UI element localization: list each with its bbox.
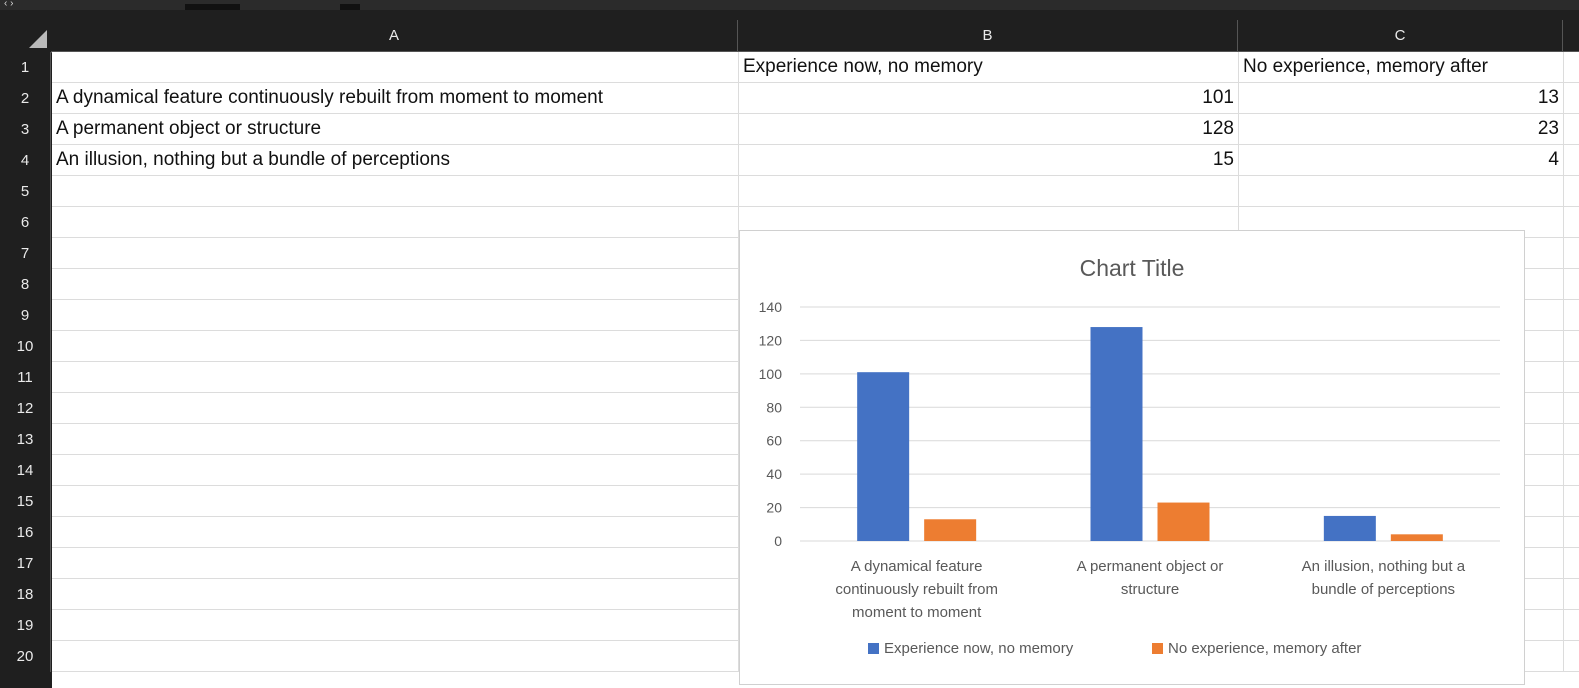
empty-cell[interactable] <box>52 641 739 671</box>
row-header-6[interactable]: 6 <box>0 207 51 238</box>
empty-cell[interactable] <box>52 238 739 268</box>
sheet-scroll-arrows-icon[interactable]: ‹ › <box>4 0 13 9</box>
x-tick-label: An illusion, nothing but a <box>1302 558 1466 575</box>
row-header-20[interactable]: 20 <box>0 641 51 672</box>
row-header-16[interactable]: 16 <box>0 517 51 548</box>
cell-b1[interactable]: Experience now, no memory <box>739 52 1239 82</box>
cell-b4[interactable]: 15 <box>739 145 1239 175</box>
row-header-2[interactable]: 2 <box>0 83 51 114</box>
cell-c3[interactable]: 23 <box>1239 114 1564 144</box>
x-tick-label: structure <box>1121 581 1179 598</box>
cell-a3[interactable]: A permanent object or structure <box>52 114 739 144</box>
empty-cell[interactable] <box>52 610 739 640</box>
bar-series-2 <box>1157 502 1210 541</box>
bar-series-1 <box>1323 515 1376 541</box>
row-header-14[interactable]: 14 <box>0 455 51 486</box>
row-header-5[interactable]: 5 <box>0 176 51 207</box>
empty-cell[interactable] <box>52 362 739 392</box>
empty-cell[interactable] <box>52 176 739 206</box>
empty-cell[interactable] <box>52 486 739 516</box>
table-row: Experience now, no memory No experience,… <box>52 52 1579 83</box>
column-header-b[interactable]: B <box>738 20 1238 52</box>
row-header-11[interactable]: 11 <box>0 362 51 393</box>
table-row: An illusion, nothing but a bundle of per… <box>52 145 1579 176</box>
y-tick-label: 100 <box>759 366 783 382</box>
toolbar-fragment <box>340 4 360 10</box>
y-tick-label: 120 <box>759 332 783 348</box>
column-header-a[interactable]: A <box>51 20 738 52</box>
cell-c2[interactable]: 13 <box>1239 83 1564 113</box>
empty-cell[interactable] <box>52 424 739 454</box>
table-row <box>52 176 1579 207</box>
cell-c4[interactable]: 4 <box>1239 145 1564 175</box>
legend-label-1: Experience now, no memory <box>884 640 1074 657</box>
row-header-12[interactable]: 12 <box>0 393 51 424</box>
table-row: A permanent object or structure 128 23 <box>52 114 1579 145</box>
row-header-8[interactable]: 8 <box>0 269 51 300</box>
row-header-10[interactable]: 10 <box>0 331 51 362</box>
table-row: A dynamical feature continuously rebuilt… <box>52 83 1579 114</box>
empty-cell[interactable] <box>52 300 739 330</box>
empty-cell[interactable] <box>739 176 1239 206</box>
cell-b3[interactable]: 128 <box>739 114 1239 144</box>
y-tick-label: 40 <box>766 466 782 482</box>
column-header-c[interactable]: C <box>1238 20 1563 52</box>
bar-series-2 <box>924 519 977 541</box>
y-tick-label: 60 <box>766 433 782 449</box>
row-header-13[interactable]: 13 <box>0 424 51 455</box>
empty-cell[interactable] <box>52 207 739 237</box>
toolbar-fragment <box>185 4 240 10</box>
column-header-d[interactable] <box>1563 20 1579 52</box>
row-header-9[interactable]: 9 <box>0 300 51 331</box>
empty-cell[interactable] <box>52 579 739 609</box>
empty-cell[interactable] <box>52 269 739 299</box>
row-header-1[interactable]: 1 <box>0 52 51 83</box>
row-header-18[interactable]: 18 <box>0 579 51 610</box>
cell-a1[interactable] <box>52 52 739 82</box>
empty-cell[interactable] <box>52 331 739 361</box>
row-header-19[interactable]: 19 <box>0 610 51 641</box>
y-tick-label: 20 <box>766 500 782 516</box>
bar-series-1 <box>857 372 910 541</box>
legend-swatch-1 <box>868 643 879 654</box>
cell-a2[interactable]: A dynamical feature continuously rebuilt… <box>52 83 739 113</box>
cell-a4[interactable]: An illusion, nothing but a bundle of per… <box>52 145 739 175</box>
embedded-chart[interactable]: Chart Title 0 20 40 60 80 100 120 140 A dynamical… <box>739 230 1525 685</box>
cell-b2[interactable]: 101 <box>739 83 1239 113</box>
x-tick-label: bundle of perceptions <box>1312 581 1455 598</box>
row-header-15[interactable]: 15 <box>0 486 51 517</box>
chart-svg: Chart Title 0 20 40 60 80 100 120 140 A dynamical… <box>759 255 1500 657</box>
y-tick-label: 80 <box>766 399 782 415</box>
y-tick-label: 0 <box>774 533 782 549</box>
x-tick-label: A permanent object or <box>1077 558 1224 575</box>
empty-cell[interactable] <box>52 548 739 578</box>
cell-c1[interactable]: No experience, memory after <box>1239 52 1564 82</box>
legend-swatch-2 <box>1152 643 1163 654</box>
select-all-corner[interactable] <box>0 20 52 53</box>
legend-label-2: No experience, memory after <box>1168 640 1361 657</box>
empty-cell[interactable] <box>52 517 739 547</box>
x-tick-label: continuously rebuilt from <box>835 581 998 598</box>
spreadsheet-grid: A B C 1 2 3 4 5 6 7 8 9 10 11 12 13 14 15 16 17 18 19 20 Ex… <box>0 20 1579 688</box>
empty-cell[interactable] <box>1239 176 1564 206</box>
y-tick-label: 140 <box>759 299 783 315</box>
bar-series-1 <box>1090 327 1143 541</box>
empty-cell[interactable] <box>52 455 739 485</box>
x-tick-label: moment to moment <box>852 604 982 621</box>
chart-title: Chart Title <box>1080 255 1185 281</box>
top-toolbar-strip: ‹ › <box>0 0 1579 10</box>
row-header-4[interactable]: 4 <box>0 145 51 176</box>
select-all-icon <box>29 30 47 48</box>
row-header-17[interactable]: 17 <box>0 548 51 579</box>
x-tick-label: A dynamical feature <box>851 558 983 575</box>
row-header-7[interactable]: 7 <box>0 238 51 269</box>
empty-cell[interactable] <box>52 393 739 423</box>
row-header-3[interactable]: 3 <box>0 114 51 145</box>
bar-series-2 <box>1390 534 1443 541</box>
